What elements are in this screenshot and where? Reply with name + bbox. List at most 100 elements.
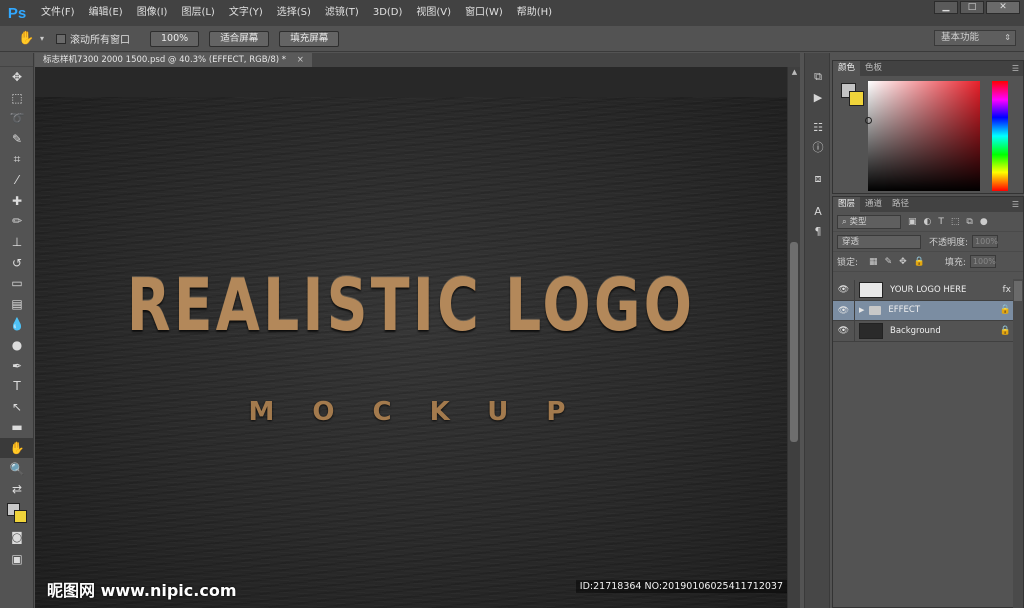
scroll-up-icon[interactable]: ▲ [788,67,801,77]
info-panel-icon[interactable]: ⓘ [805,137,831,157]
eye-icon[interactable]: 👁 [833,280,855,300]
color-field[interactable] [868,81,980,191]
layer-row[interactable]: 👁 ▶ EFFECT 🔒 [833,300,1023,321]
clone-source-panel-icon[interactable]: ⧈ [805,169,831,189]
screen-mode-icon[interactable]: ▣ [0,549,34,570]
eraser-tool-icon[interactable]: ▭ [0,273,34,294]
menu-type[interactable]: 文字(Y) [222,0,270,26]
panel-menu-icon[interactable]: ☰ [1012,61,1019,76]
adjustment-filter-icon[interactable]: ◐ [924,217,932,227]
fill-screen-button[interactable]: 填充屏幕 [279,30,340,47]
color-panel-tabs: 颜色 色板 ☰ [833,61,1023,76]
character-panel-icon[interactable]: A [805,201,831,221]
workspace-select[interactable]: 基本功能 ⇕ [934,30,1016,46]
fill-label: 填充: [944,258,966,268]
hue-slider[interactable] [992,81,1008,191]
close-icon[interactable]: × [297,55,304,65]
clone-stamp-tool-icon[interactable]: ⊥ [0,232,34,253]
image-filter-icon[interactable]: ▣ [908,217,917,227]
lock-transparent-icon[interactable]: ▦ [869,257,878,267]
lock-pixels-icon[interactable]: ✎ [885,257,893,267]
document-tab[interactable]: 标志样机7300 2000 1500.psd @ 40.3% (EFFECT, … [35,53,312,67]
scrollbar-thumb[interactable] [790,242,798,442]
vertical-scrollbar[interactable]: ▲ [787,67,800,608]
history-brush-tool-icon[interactable]: ↺ [0,252,34,273]
scrollbar-thumb[interactable] [1014,281,1022,301]
tab-color[interactable]: 颜色 [833,61,861,76]
menu-select[interactable]: 选择(S) [270,0,318,26]
move-tool-icon[interactable]: ✥ [0,67,34,88]
fill-input[interactable]: 100% [969,255,996,268]
pen-tool-icon[interactable]: ✒ [0,355,34,376]
filter-toggle-icon[interactable]: ● [980,217,988,227]
quick-select-tool-icon[interactable]: ✎ [0,129,34,150]
tools-panel: ✥ ⬚ ➰ ✎ ⌗ ⁄ ✚ ✏ ⊥ ↺ ▭ ▤ 💧 ● ✒ T ↖ ▬ ✋ 🔍 … [0,53,34,608]
tab-channels[interactable]: 通道 [860,197,887,212]
menu-filter[interactable]: 滤镜(T) [318,0,366,26]
canvas-area[interactable]: REALISTIC LOGO MOCKUP 昵图网 www.nipic.com … [35,67,787,608]
marquee-tool-icon[interactable]: ⬚ [0,88,34,109]
lock-position-icon[interactable]: ✥ [899,257,907,267]
path-select-tool-icon[interactable]: ↖ [0,397,34,418]
menu-image[interactable]: 图像(I) [130,0,175,26]
zoom-tool-icon[interactable]: 🔍 [0,458,34,479]
shape-filter-icon[interactable]: ⬚ [951,217,960,227]
crop-tool-icon[interactable]: ⌗ [0,149,34,170]
type-tool-icon[interactable]: T [0,376,34,397]
background-color-swatch[interactable] [14,510,27,523]
menu-3d[interactable]: 3D(D) [366,0,410,26]
menu-window[interactable]: 窗口(W) [458,0,510,26]
tab-paths[interactable]: 路径 [887,197,914,212]
actions-panel-icon[interactable]: ▶ [805,87,831,107]
lasso-tool-icon[interactable]: ➰ [0,108,34,129]
paragraph-panel-icon[interactable]: ¶ [805,221,831,241]
type-filter-icon[interactable]: T [938,217,944,227]
watermark-logo: 昵图网 www.nipic.com [47,581,237,600]
hand-tool-icon[interactable]: ✋ [0,437,34,459]
panel-dock: ⧉ ▶ ☷ ⓘ ⧈ A ¶ [804,53,830,608]
fx-icon[interactable]: fx [1003,285,1012,295]
background-color-swatch[interactable] [849,91,864,106]
adjustments-panel-icon[interactable]: ☷ [805,117,831,137]
history-panel-icon[interactable]: ⧉ [805,67,831,87]
panel-grip[interactable] [0,53,33,67]
restore-button[interactable]: □ [960,1,984,14]
swap-colors-icon[interactable]: ⇄ [0,479,34,500]
close-window-button[interactable]: ✕ [986,1,1020,14]
menu-file[interactable]: 文件(F) [34,0,82,26]
healing-brush-tool-icon[interactable]: ✚ [0,191,34,212]
gradient-tool-icon[interactable]: ▤ [0,294,34,315]
menu-edit[interactable]: 编辑(E) [82,0,130,26]
blur-tool-icon[interactable]: 💧 [0,314,34,335]
opacity-input[interactable]: 100% [972,235,999,248]
minimize-button[interactable]: ▁ [934,1,958,14]
tab-layers[interactable]: 图层 [833,197,861,212]
blend-mode-select[interactable]: 穿透 [837,234,921,249]
dodge-tool-icon[interactable]: ● [0,335,34,356]
brush-tool-icon[interactable]: ✏ [0,211,34,232]
menu-help[interactable]: 帮助(H) [510,0,559,26]
eye-icon[interactable]: 👁 [833,300,855,320]
smart-object-filter-icon[interactable]: ⧉ [966,217,972,227]
layer-row[interactable]: 👁 YOUR LOGO HERE fx [833,280,1023,301]
scroll-all-checkbox[interactable] [56,33,67,44]
lock-all-icon[interactable]: 🔒 [914,257,925,267]
menu-layer[interactable]: 图层(L) [174,0,221,26]
eyedropper-tool-icon[interactable]: ⁄ [0,170,34,191]
rectangle-tool-icon[interactable]: ▬ [0,417,34,438]
panel-menu-icon[interactable]: ☰ [1012,197,1019,212]
zoom-100-button[interactable]: 100% [150,30,200,47]
eye-icon[interactable]: 👁 [833,321,855,341]
layers-scrollbar[interactable] [1013,279,1023,608]
document-canvas[interactable]: REALISTIC LOGO MOCKUP [35,97,787,608]
chevron-down-icon[interactable]: ▾ [40,34,44,43]
fit-screen-button[interactable]: 适合屏幕 [209,30,270,47]
tab-swatches[interactable]: 色板 [860,61,887,76]
layer-row[interactable]: 👁 Background 🔒 [833,321,1023,342]
quick-mask-icon[interactable]: ◙ [0,527,34,548]
expand-arrow-icon[interactable]: ▶ [859,306,864,314]
menu-view[interactable]: 视图(V) [409,0,458,26]
hand-tool-preset-icon[interactable]: ✋ [18,31,40,46]
color-picker-cursor[interactable] [865,117,872,124]
layer-filter-select[interactable]: ⌕ 类型 [837,214,901,229]
